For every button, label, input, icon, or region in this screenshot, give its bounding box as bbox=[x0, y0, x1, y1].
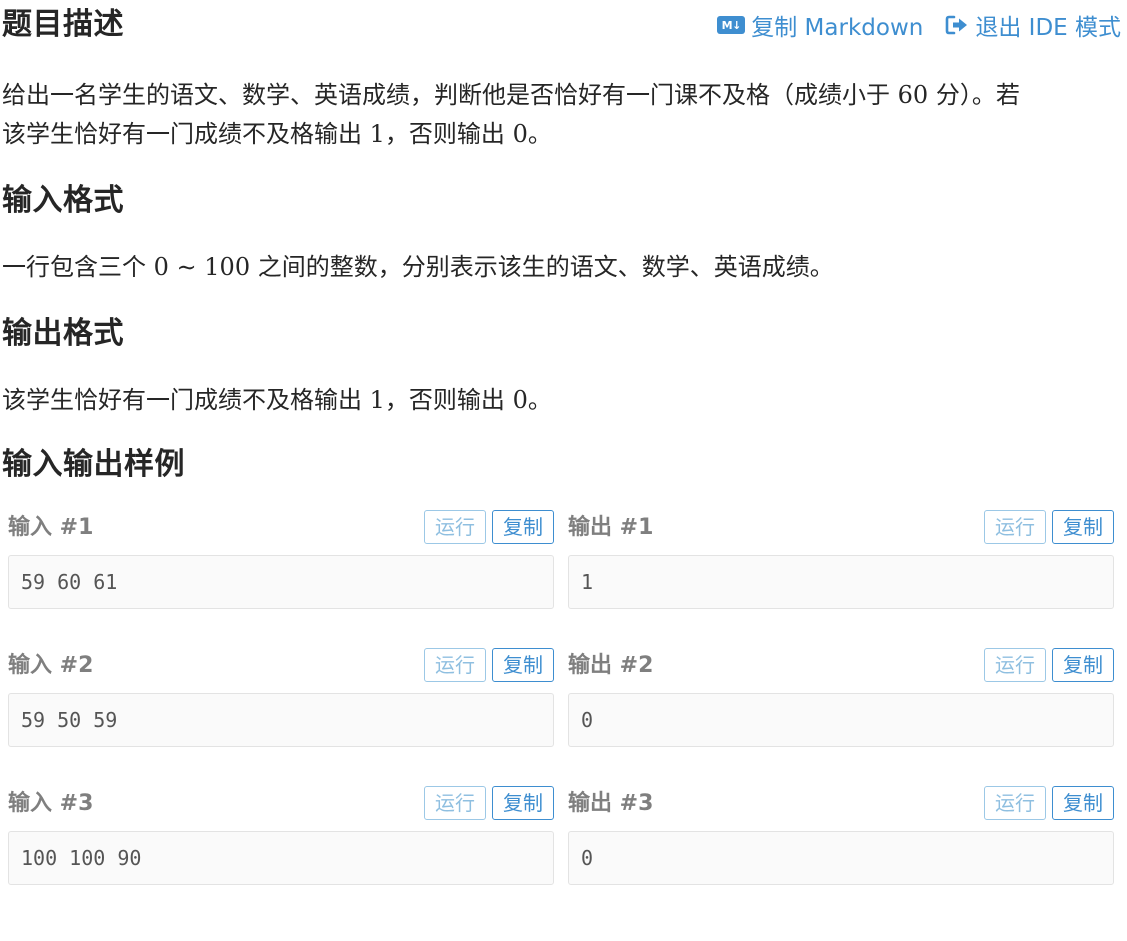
input-format-text: 一行包含三个 0 ∼ 100 之间的整数，分别表示该生的语文、数学、英语成绩。 bbox=[2, 253, 834, 281]
exit-ide-label: 退出 IDE 模式 bbox=[975, 15, 1121, 41]
sign-out-icon bbox=[945, 14, 969, 36]
sample-output-1: 输出 #1 运行 复制 1 bbox=[568, 500, 1114, 610]
sample-row-2: 输入 #2 运行 复制 59 50 59 输出 #2 运行 复制 0 bbox=[8, 638, 1115, 748]
copy-markdown-label: 复制 Markdown bbox=[751, 15, 924, 41]
sample-row-1: 输入 #1 运行 复制 59 60 61 输出 #1 运行 复制 1 bbox=[8, 500, 1115, 610]
exit-ide-link[interactable]: 退出 IDE 模式 bbox=[945, 8, 1121, 42]
run-button[interactable]: 运行 bbox=[984, 510, 1046, 544]
markdown-icon: M↓ bbox=[717, 16, 746, 34]
run-button[interactable]: 运行 bbox=[984, 786, 1046, 820]
sample-input-buttons: 运行 复制 bbox=[424, 786, 554, 820]
sample-input-title: 输入 #1 bbox=[8, 515, 94, 540]
sample-output-header: 输出 #1 运行 复制 bbox=[568, 510, 1114, 546]
sample-output-code[interactable]: 0 bbox=[568, 693, 1114, 747]
sample-output-buttons: 运行 复制 bbox=[984, 510, 1114, 544]
description-line-1: 给出一名学生的语文、数学、英语成绩，判断他是否恰好有一门课不及格（成绩小于 60… bbox=[2, 81, 1020, 109]
sample-input-2: 输入 #2 运行 复制 59 50 59 bbox=[8, 638, 554, 748]
sample-input-code[interactable]: 100 100 90 bbox=[8, 831, 554, 885]
sample-output-title: 输出 #2 bbox=[568, 653, 654, 678]
output-format-heading: 输出格式 bbox=[2, 316, 124, 351]
sample-output-buttons: 运行 复制 bbox=[984, 786, 1114, 820]
sample-input-title: 输入 #2 bbox=[8, 653, 94, 678]
copy-button[interactable]: 复制 bbox=[1052, 648, 1114, 682]
copy-markdown-link[interactable]: M↓ 复制 Markdown bbox=[717, 8, 923, 42]
sample-input-buttons: 运行 复制 bbox=[424, 510, 554, 544]
sample-output-code[interactable]: 0 bbox=[568, 831, 1114, 885]
sample-input-title: 输入 #3 bbox=[8, 791, 94, 816]
sample-output-header: 输出 #3 运行 复制 bbox=[568, 786, 1114, 822]
copy-button[interactable]: 复制 bbox=[492, 648, 554, 682]
run-button[interactable]: 运行 bbox=[424, 648, 486, 682]
sample-output-title: 输出 #3 bbox=[568, 791, 654, 816]
copy-button[interactable]: 复制 bbox=[492, 510, 554, 544]
description-heading: 题目描述 bbox=[2, 7, 124, 42]
sample-input-code[interactable]: 59 50 59 bbox=[8, 693, 554, 747]
run-button[interactable]: 运行 bbox=[984, 648, 1046, 682]
header-row: 题目描述 M↓ 复制 Markdown 退出 IDE 模式 bbox=[0, 0, 1127, 50]
sample-input-header: 输入 #2 运行 复制 bbox=[8, 648, 554, 684]
sample-output-title: 输出 #1 bbox=[568, 515, 654, 540]
sample-input-3: 输入 #3 运行 复制 100 100 90 bbox=[8, 776, 554, 886]
sample-output-2: 输出 #2 运行 复制 0 bbox=[568, 638, 1114, 748]
run-button[interactable]: 运行 bbox=[424, 786, 486, 820]
sample-input-buttons: 运行 复制 bbox=[424, 648, 554, 682]
sample-input-header: 输入 #1 运行 复制 bbox=[8, 510, 554, 546]
samples-heading: 输入输出样例 bbox=[2, 447, 185, 482]
problem-page: 题目描述 M↓ 复制 Markdown 退出 IDE 模式 给出一名学生的语文、… bbox=[0, 0, 1127, 941]
sample-input-code[interactable]: 59 60 61 bbox=[8, 555, 554, 609]
description-line-2: 该学生恰好有一门成绩不及格输出 1，否则输出 0。 bbox=[2, 120, 552, 148]
sample-output-code[interactable]: 1 bbox=[568, 555, 1114, 609]
output-format-text: 该学生恰好有一门成绩不及格输出 1，否则输出 0。 bbox=[2, 386, 552, 414]
copy-button[interactable]: 复制 bbox=[1052, 786, 1114, 820]
sample-input-1: 输入 #1 运行 复制 59 60 61 bbox=[8, 500, 554, 610]
sample-output-header: 输出 #2 运行 复制 bbox=[568, 648, 1114, 684]
sample-row-3: 输入 #3 运行 复制 100 100 90 输出 #3 运行 复制 0 bbox=[8, 776, 1115, 886]
sample-output-3: 输出 #3 运行 复制 0 bbox=[568, 776, 1114, 886]
input-format-heading: 输入格式 bbox=[2, 183, 124, 218]
top-links: M↓ 复制 Markdown 退出 IDE 模式 bbox=[717, 8, 1121, 42]
sample-output-buttons: 运行 复制 bbox=[984, 648, 1114, 682]
copy-button[interactable]: 复制 bbox=[1052, 510, 1114, 544]
copy-button[interactable]: 复制 bbox=[492, 786, 554, 820]
sample-input-header: 输入 #3 运行 复制 bbox=[8, 786, 554, 822]
run-button[interactable]: 运行 bbox=[424, 510, 486, 544]
